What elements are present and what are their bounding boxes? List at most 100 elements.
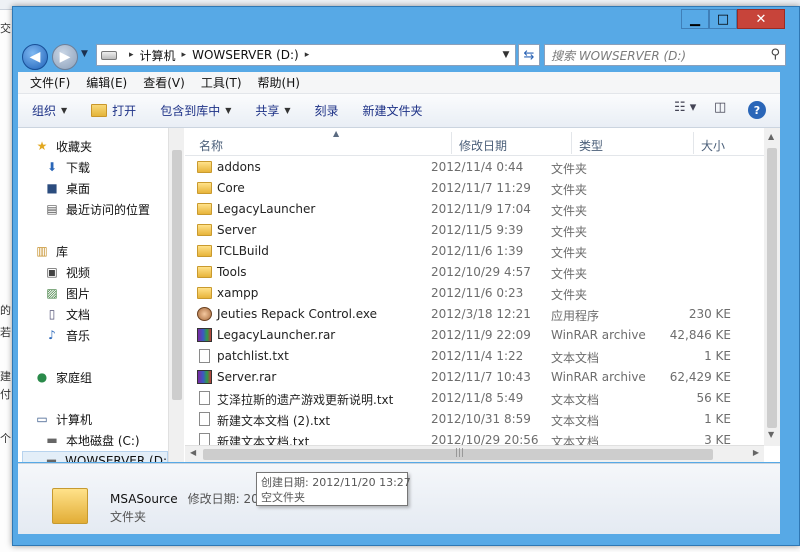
nav-label: 下载 bbox=[66, 160, 91, 175]
forward-button[interactable]: ▶ bbox=[52, 44, 78, 70]
table-row[interactable]: xampp 2012/11/6 0:23 文件夹 bbox=[193, 283, 763, 304]
nav-videos[interactable]: ▣ 视频 bbox=[44, 262, 90, 282]
nav-recent[interactable]: ▤ 最近访问的位置 bbox=[44, 199, 150, 219]
breadcrumb-wowserver[interactable]: WOWSERVER (D:) bbox=[192, 48, 299, 62]
library-icon: ▥ bbox=[36, 244, 48, 258]
details-name: MSASource 修改日期: 2012/ bbox=[110, 490, 278, 507]
column-divider[interactable] bbox=[451, 132, 452, 154]
cell-size: 62,429 KE bbox=[669, 370, 731, 384]
nav-label: 收藏夹 bbox=[56, 139, 93, 154]
large-folder-icon bbox=[52, 488, 88, 524]
menu-edit[interactable]: 编辑(E) bbox=[86, 74, 127, 91]
nav-homegroup[interactable]: ● 家庭组 bbox=[34, 367, 92, 387]
breadcrumb-separator-icon[interactable]: ▸ bbox=[129, 50, 134, 60]
cell-name: Core bbox=[217, 181, 245, 195]
details-type: 文件夹 bbox=[110, 510, 147, 524]
file-list-horizontal-scrollbar[interactable]: ◀ ||| ▶ bbox=[185, 445, 764, 462]
new-folder-button[interactable]: 新建文件夹 bbox=[363, 102, 423, 119]
cell-type: 文件夹 bbox=[551, 288, 588, 302]
scroll-left-icon[interactable]: ◀ bbox=[190, 448, 196, 457]
table-row[interactable]: LegacyLauncher.rar 2012/11/9 22:09 WinRAR … bbox=[193, 325, 763, 346]
minimize-button[interactable]: ▁ bbox=[681, 9, 709, 29]
scroll-up-icon[interactable]: ▲ bbox=[768, 132, 774, 141]
nav-music[interactable]: ♪ 音乐 bbox=[44, 325, 90, 345]
search-icon[interactable]: ⚲ bbox=[770, 47, 780, 62]
scroll-down-icon[interactable]: ▼ bbox=[768, 430, 774, 439]
nav-computer[interactable]: ▭ 计算机 bbox=[34, 409, 92, 429]
preview-pane-icon[interactable]: ◫ bbox=[714, 100, 726, 115]
cell-name: Server.rar bbox=[217, 370, 277, 384]
computer-icon: ▭ bbox=[36, 412, 48, 426]
burn-button[interactable]: 刻录 bbox=[315, 102, 339, 119]
column-date[interactable]: 修改日期 bbox=[459, 137, 507, 154]
table-row[interactable]: LegacyLauncher 2012/11/9 17:04 文件夹 bbox=[193, 199, 763, 220]
table-row[interactable]: Jeuties Repack Control.exe 2012/3/18 12:2… bbox=[193, 304, 763, 325]
breadcrumb-separator-icon[interactable]: ▸ bbox=[305, 50, 310, 60]
cell-date: 2012/11/7 11:29 bbox=[431, 181, 531, 195]
share-button[interactable]: 共享 ▼ bbox=[255, 102, 290, 119]
table-row[interactable]: Server.rar 2012/11/7 10:43 WinRAR archive 6… bbox=[193, 367, 763, 388]
cell-date: 2012/11/4 0:44 bbox=[431, 160, 524, 174]
table-row[interactable]: Core 2012/11/7 11:29 文件夹 bbox=[193, 178, 763, 199]
cell-date: 2012/11/6 1:39 bbox=[431, 244, 524, 258]
nav-libraries[interactable]: ▥ 库 bbox=[34, 241, 68, 261]
column-type[interactable]: 类型 bbox=[579, 137, 603, 154]
nav-favorites[interactable]: ★ 收藏夹 bbox=[34, 136, 92, 156]
sort-ascending-icon: ▲ bbox=[333, 129, 340, 138]
breadcrumb-separator-icon[interactable]: ▸ bbox=[182, 50, 187, 60]
table-row[interactable]: Tools 2012/10/29 4:57 文件夹 bbox=[193, 262, 763, 283]
menu-file[interactable]: 文件(F) bbox=[30, 74, 70, 91]
help-icon[interactable]: ? bbox=[748, 101, 766, 119]
table-row[interactable]: patchlist.txt 2012/11/4 1:22 文本文档 1 KE bbox=[193, 346, 763, 367]
table-row[interactable]: 艾泽拉斯的遗产游戏更新说明.txt 2012/11/8 5:49 文本文档 56 KE bbox=[193, 388, 763, 409]
breadcrumb[interactable]: ▸ 计算机 ▸ WOWSERVER (D:) ▸ bbox=[96, 44, 516, 66]
file-list-vertical-scrollbar[interactable]: ▲ ▼ bbox=[764, 128, 780, 446]
menu-view[interactable]: 查看(V) bbox=[143, 74, 185, 91]
view-options-icon[interactable]: ☷ ▾ bbox=[674, 100, 696, 115]
nav-pictures[interactable]: ▨ 图片 bbox=[44, 283, 90, 303]
table-row[interactable]: addons 2012/11/4 0:44 文件夹 bbox=[193, 157, 763, 178]
details-filename: MSASource bbox=[110, 492, 178, 506]
table-row[interactable]: Server 2012/11/5 9:39 文件夹 bbox=[193, 220, 763, 241]
scrollbar-thumb[interactable] bbox=[172, 150, 182, 400]
cell-date: 2012/11/9 17:04 bbox=[431, 202, 531, 216]
menu-tools[interactable]: 工具(T) bbox=[201, 74, 242, 91]
column-divider[interactable] bbox=[693, 132, 694, 154]
nav-local-disk[interactable]: ▬ 本地磁盘 (C:) bbox=[44, 430, 139, 450]
navigation-pane: ★ 收藏夹 ⬇ 下载 ■ 桌面 ▤ 最近访问的位置 ▥ 库 ▣ 视频 ▨ 图片 ▯ 文档 ♪ 音乐… bbox=[18, 128, 168, 462]
open-button[interactable]: 打开 bbox=[91, 102, 136, 119]
include-in-library-button[interactable]: 包含到库中 ▼ bbox=[160, 102, 231, 119]
column-name[interactable]: 名称 bbox=[199, 137, 223, 154]
cell-date: 2012/3/18 12:21 bbox=[431, 307, 531, 321]
table-row[interactable]: TCLBuild 2012/11/6 1:39 文件夹 bbox=[193, 241, 763, 262]
search-placeholder: 搜索 WOWSERVER (D:) bbox=[551, 48, 687, 63]
cell-size: 1 KE bbox=[704, 349, 731, 363]
recent-pages-chevron-icon[interactable]: ▼ bbox=[81, 49, 88, 59]
nav-wowserver[interactable]: ▬ WOWSERVER (D: bbox=[22, 451, 168, 462]
breadcrumb-computer[interactable]: 计算机 bbox=[140, 47, 176, 64]
nav-label: 计算机 bbox=[56, 412, 93, 427]
refresh-icon: ⇆ bbox=[523, 47, 535, 63]
menu-help[interactable]: 帮助(H) bbox=[258, 74, 300, 91]
back-button[interactable]: ◀ bbox=[22, 44, 48, 70]
scroll-right-icon[interactable]: ▶ bbox=[753, 448, 759, 457]
address-history-chevron-icon[interactable]: ▼ bbox=[496, 44, 516, 66]
close-button[interactable]: ✕ bbox=[737, 9, 785, 29]
search-input[interactable]: 搜索 WOWSERVER (D:) ⚲ bbox=[544, 44, 786, 66]
nav-documents[interactable]: ▯ 文档 bbox=[44, 304, 90, 324]
navigation-scrollbar[interactable] bbox=[168, 128, 184, 462]
nav-label: 最近访问的位置 bbox=[66, 202, 151, 217]
cell-date: 2012/11/8 5:49 bbox=[431, 391, 524, 405]
cell-size: 42,846 KE bbox=[669, 328, 731, 342]
scrollbar-thumb[interactable] bbox=[767, 148, 777, 428]
column-divider[interactable] bbox=[571, 132, 572, 154]
include-label: 包含到库中 bbox=[160, 104, 221, 118]
nav-desktop[interactable]: ■ 桌面 bbox=[44, 178, 90, 198]
organize-button[interactable]: 组织 ▼ bbox=[32, 102, 67, 119]
table-row[interactable]: 新建文本文档 (2).txt 2012/10/31 8:59 文本文档 1 KE bbox=[193, 409, 763, 430]
maximize-button[interactable]: □ bbox=[709, 9, 737, 29]
nav-downloads[interactable]: ⬇ 下载 bbox=[44, 157, 90, 177]
cell-name: xampp bbox=[217, 286, 259, 300]
refresh-button[interactable]: ⇆ bbox=[518, 44, 540, 66]
column-size[interactable]: 大小 bbox=[701, 137, 725, 154]
